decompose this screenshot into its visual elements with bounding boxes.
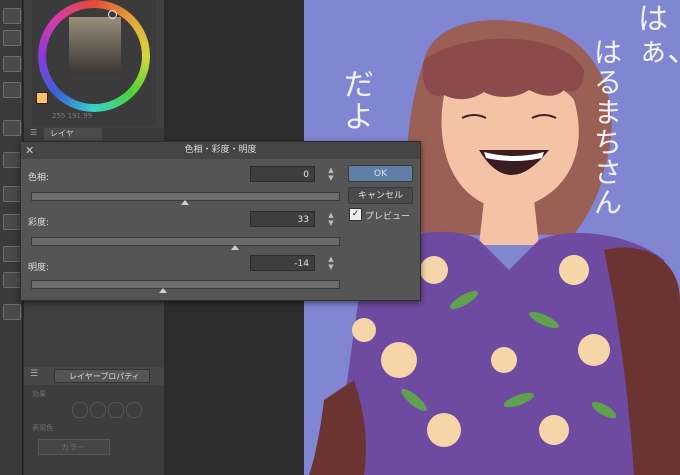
layer-property-header: ☰ レイヤープロパティ [24, 367, 164, 385]
lightness-slider-thumb[interactable] [159, 288, 167, 293]
rgb-readout: 255 191 99 [52, 112, 92, 120]
layer-tab-bar: ☰ レイヤ [24, 128, 164, 140]
tool-icon-5[interactable] [3, 120, 21, 136]
spin-down-icon[interactable]: ▼ [328, 219, 333, 227]
checkmark-icon: ✓ [351, 209, 360, 219]
spin-up-icon[interactable]: ▲ [328, 255, 333, 263]
hue-slider-thumb[interactable] [180, 200, 189, 205]
effect-label: 効果 [32, 390, 46, 398]
hue-label: 色相: [28, 173, 50, 183]
preview-checkbox[interactable]: ✓ [349, 208, 362, 221]
cancel-button[interactable]: キャンセル [348, 187, 413, 204]
green-value: 191 [67, 112, 81, 120]
menu-icon[interactable]: ☰ [30, 369, 38, 379]
saturation-slider-thumb[interactable] [231, 245, 240, 250]
dialog-title: 色相・彩度・明度 [184, 145, 257, 155]
menu-icon[interactable]: ☰ [30, 128, 37, 137]
saturation-label: 彩度: [28, 218, 50, 228]
saturation-value-square[interactable] [69, 17, 121, 73]
preview-label: プレビュー [365, 212, 411, 222]
effect-button-1[interactable] [72, 402, 88, 418]
color-mode-select[interactable]: カラー [38, 439, 110, 455]
ok-button[interactable]: OK [348, 165, 413, 182]
spin-down-icon[interactable]: ▼ [328, 174, 333, 182]
grid-icon[interactable] [3, 214, 21, 230]
layer-property-panel: ☰ レイヤープロパティ 効果 表現色 カラー [24, 367, 164, 475]
lightness-label: 明度: [28, 263, 50, 273]
saturation-slider-track[interactable] [31, 237, 340, 246]
tool-icon-6[interactable] [3, 152, 21, 168]
spin-down-icon[interactable]: ▼ [328, 263, 333, 271]
saturation-input[interactable]: 33 [250, 211, 315, 227]
display-color-label: 表現色 [32, 424, 53, 432]
hue-handle[interactable] [108, 10, 117, 19]
canvas-text-3: だよ [344, 68, 374, 135]
lightness-stepper[interactable]: ▲ ▼ [326, 255, 336, 271]
blue-value: 99 [83, 112, 93, 120]
hue-input[interactable]: 0 [250, 166, 315, 182]
layer-tab[interactable]: レイヤ [44, 128, 102, 140]
tool-icon-10[interactable] [3, 272, 21, 288]
hue-stepper[interactable]: ▲ ▼ [326, 166, 336, 182]
layer-stack-icon[interactable] [3, 82, 21, 98]
close-icon[interactable]: ✕ [25, 142, 34, 159]
hue-saturation-dialog: 色相・彩度・明度 ✕ 色相: 0 ▲ ▼ 彩度: 33 ▲ ▼ 明度: -14 ▲ ▼… [20, 141, 421, 301]
saturation-stepper[interactable]: ▲ ▼ [326, 211, 336, 227]
lightness-slider-track[interactable] [31, 280, 340, 289]
effect-button-4[interactable] [126, 402, 142, 418]
spin-up-icon[interactable]: ▲ [328, 166, 333, 174]
tool-icon-11[interactable] [3, 304, 21, 320]
main-color-swatch[interactable] [36, 92, 48, 104]
color-wheel-panel: 255 191 99 [32, 0, 156, 125]
lightness-input[interactable]: -14 [250, 255, 315, 271]
effect-button-3[interactable] [108, 402, 124, 418]
canvas-text-1: はぁ、 [638, 2, 680, 69]
tool-icon-1[interactable] [3, 8, 21, 24]
effect-button-2[interactable] [90, 402, 106, 418]
layer-property-tab-label: レイヤープロパティ [69, 372, 140, 381]
red-value: 255 [52, 112, 66, 120]
canvas-text-2: はるまちさん [594, 36, 623, 219]
tool-icon-9[interactable] [3, 246, 21, 262]
spin-up-icon[interactable]: ▲ [328, 211, 333, 219]
layer-property-tab[interactable]: レイヤープロパティ [54, 369, 150, 383]
layers-icon[interactable] [3, 56, 21, 72]
dialog-title-bar: 色相・彩度・明度 [21, 142, 420, 159]
color-mode-value: カラー [61, 443, 85, 452]
tool-icon-7[interactable] [3, 186, 21, 202]
tool-icon-2[interactable] [3, 30, 21, 46]
